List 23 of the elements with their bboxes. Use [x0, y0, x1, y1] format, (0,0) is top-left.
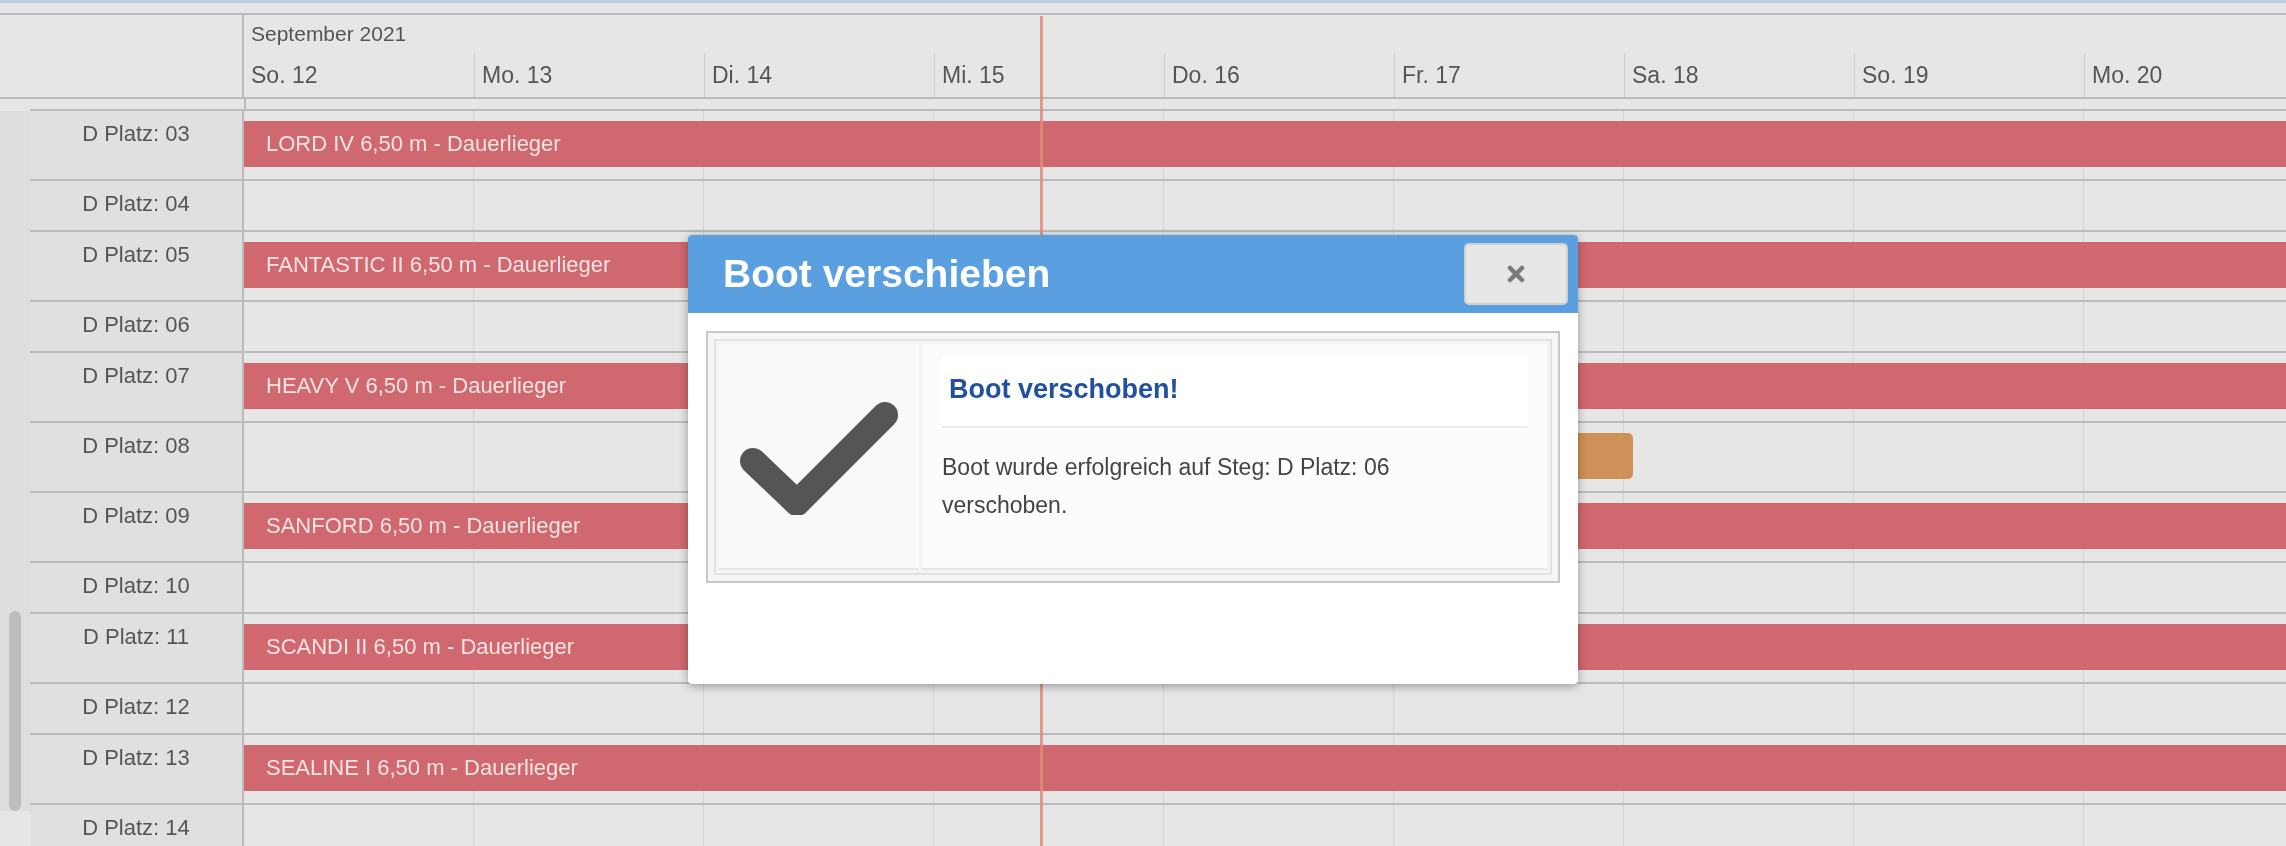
- berth-label: D Platz: 12: [30, 684, 244, 733]
- berth-label: D Platz: 07: [30, 353, 244, 421]
- day-header: Sa. 18: [1624, 53, 1854, 97]
- berth-label: D Platz: 05: [30, 232, 244, 300]
- berth-label: D Platz: 03: [30, 111, 244, 179]
- berth-label: D Platz: 09: [30, 493, 244, 561]
- berth-label: D Platz: 04: [30, 181, 244, 230]
- berth-label: D Platz: 06: [30, 302, 244, 351]
- day-header: So. 12: [250, 61, 319, 90]
- day-header: Do. 16: [1164, 53, 1394, 97]
- month-label: September 2021: [250, 21, 408, 47]
- berth-label: D Platz: 08: [30, 423, 244, 491]
- dialog-title: Boot verschieben: [723, 252, 1051, 296]
- berth-label: D Platz: 13: [30, 735, 244, 803]
- berth-label: D Platz: 14: [30, 805, 244, 846]
- day-header: Fr. 17: [1394, 53, 1624, 97]
- day-header: Di. 14: [704, 53, 934, 97]
- day-header: So. 19: [1854, 53, 2084, 97]
- berth-label: D Platz: 10: [30, 563, 244, 612]
- message-text: Boot wurde erfolgreich auf Steg: D Platz: 06 verschoben.: [942, 453, 1391, 520]
- berth-label: D Platz: 11: [30, 614, 244, 682]
- day-header: Mo. 13: [474, 53, 704, 97]
- day-header: Mo. 20: [2084, 53, 2286, 97]
